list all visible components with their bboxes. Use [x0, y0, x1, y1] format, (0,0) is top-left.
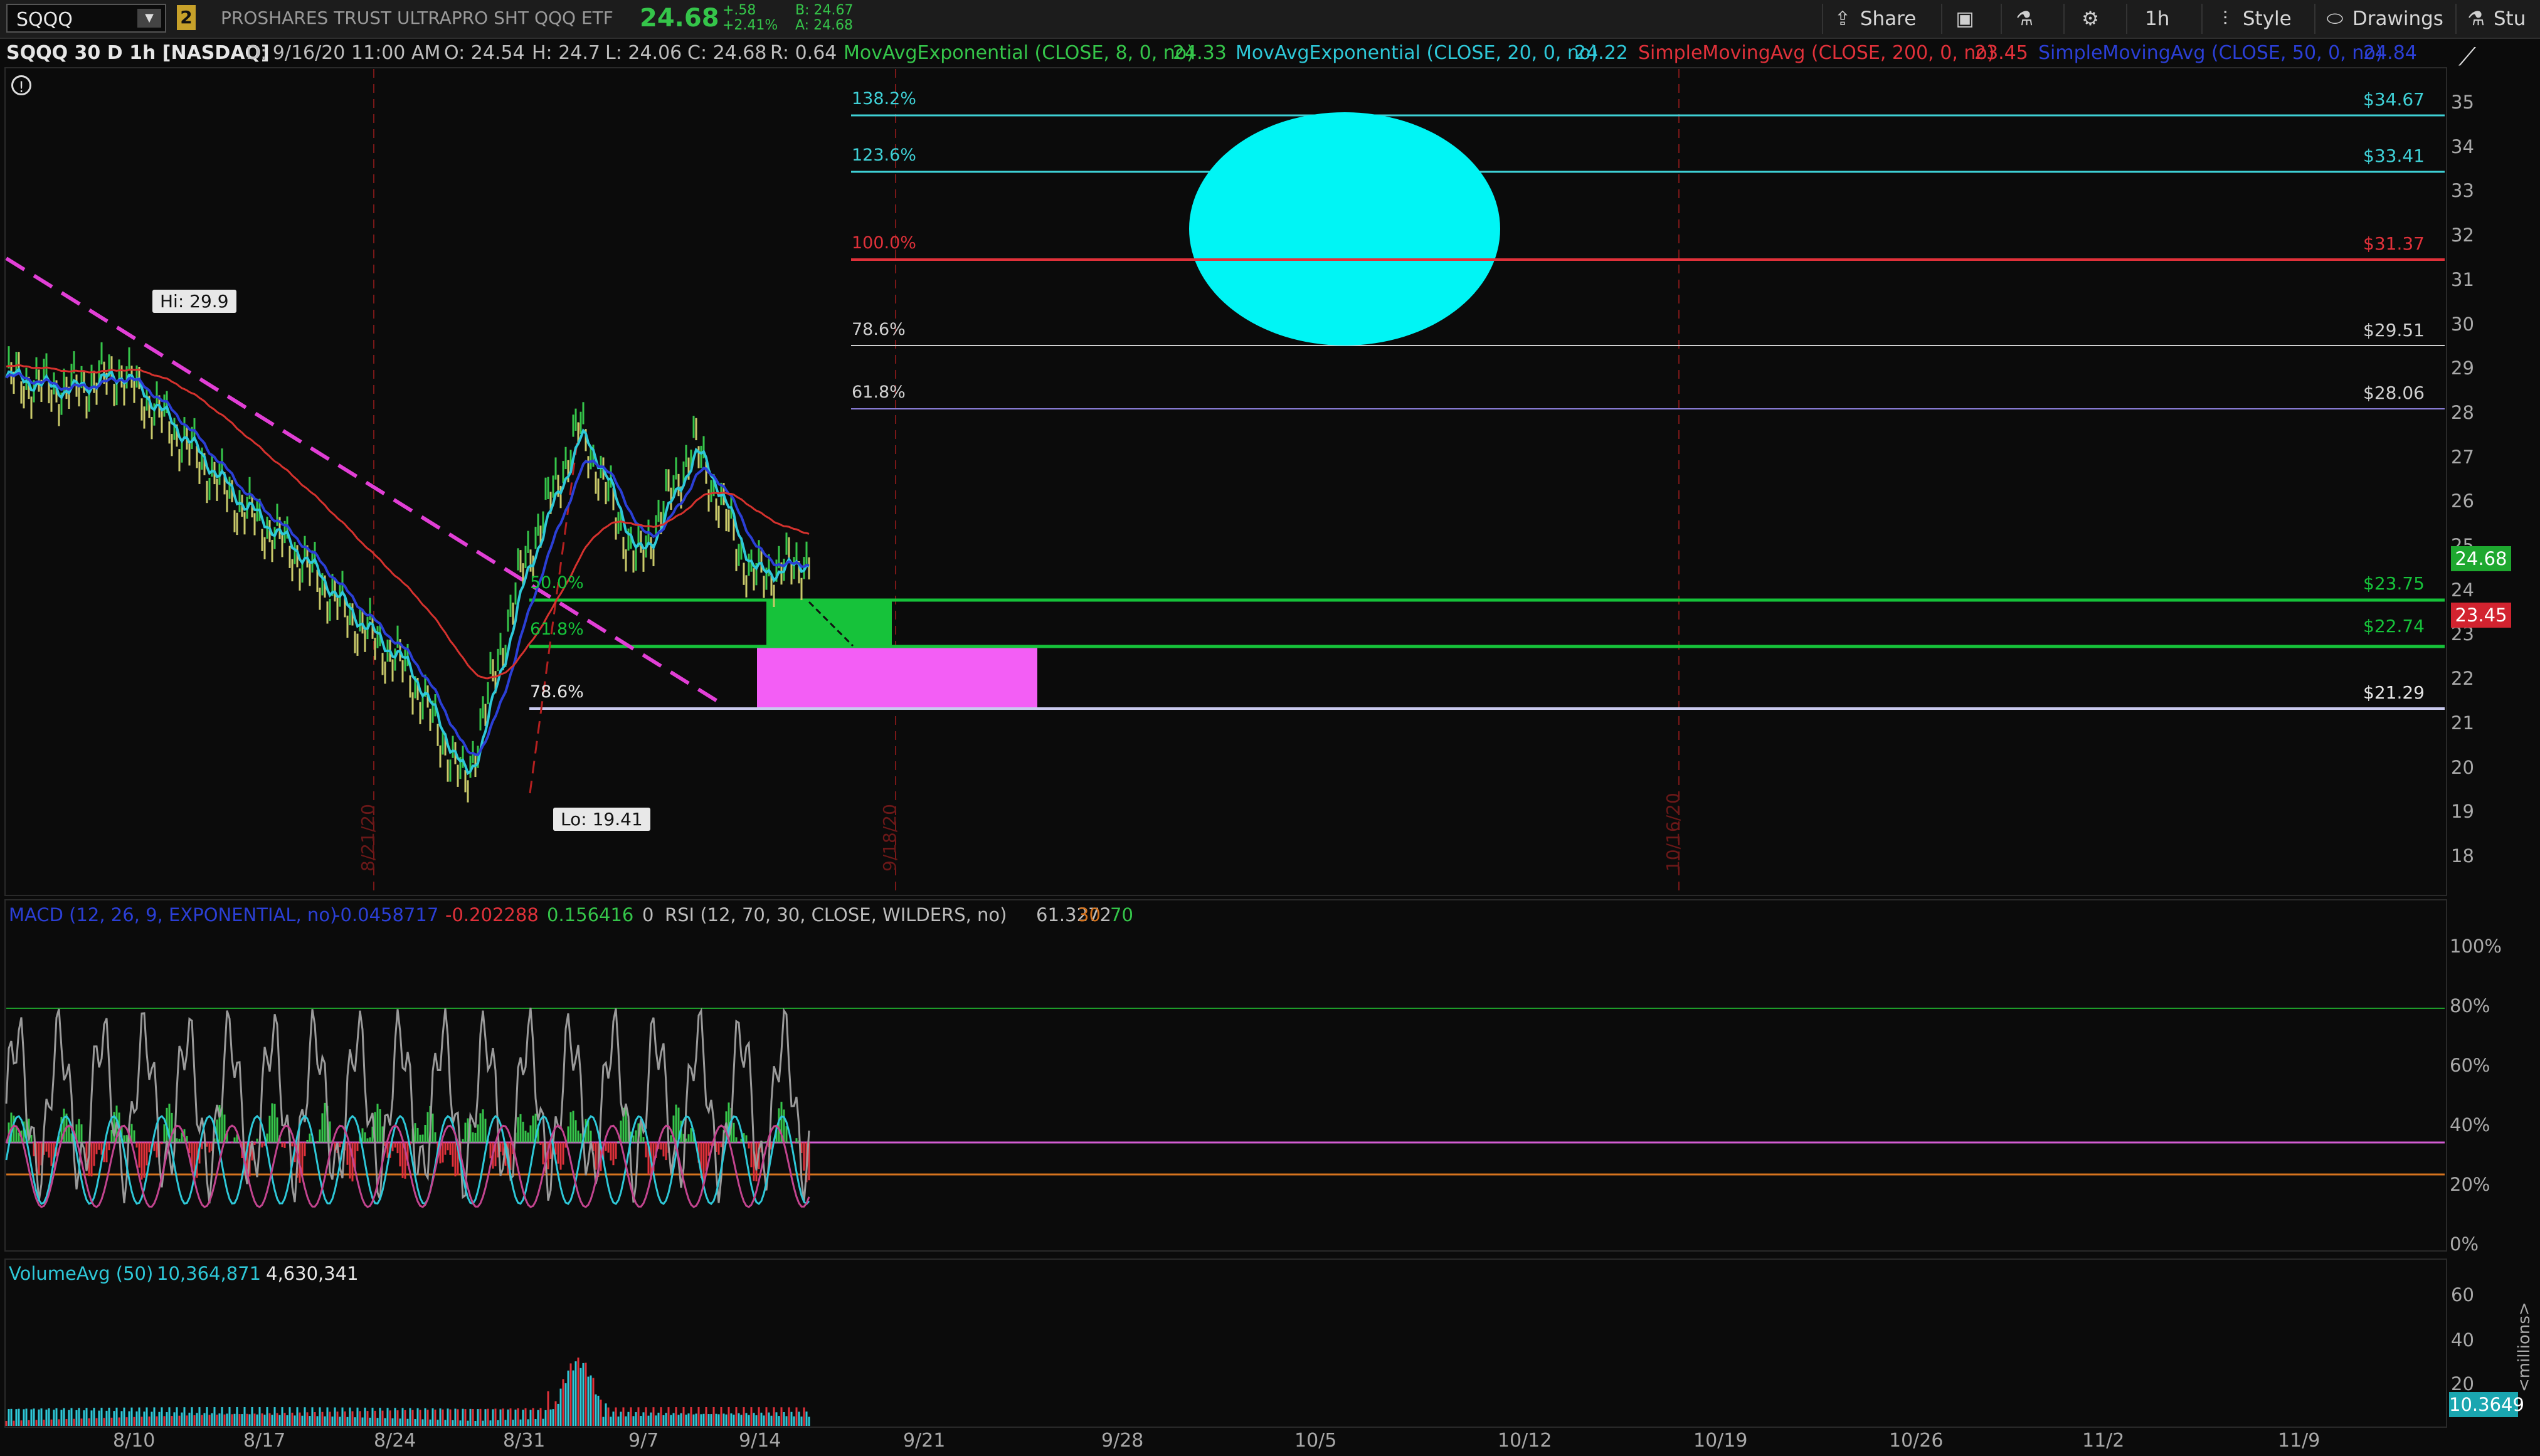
- oscillator-plot: [5, 1007, 810, 1208]
- volume-avg-value: 10,364,871: [157, 1263, 262, 1284]
- date-axis-label: 9/21: [903, 1430, 946, 1452]
- oscillator-axis-label: 20%: [2450, 1174, 2490, 1195]
- date-axis-label: 8/17: [243, 1430, 286, 1452]
- price-axis-label: 35: [2451, 92, 2474, 113]
- volume-axis-label: 40: [2451, 1329, 2474, 1351]
- fib-label-500: 50.0%: [530, 573, 584, 593]
- fib-price-618: $28.06: [2363, 382, 2425, 403]
- price-axis-label: 29: [2451, 357, 2474, 379]
- date-axis-label: 8/31: [503, 1430, 546, 1452]
- price-axis-label: 32: [2451, 224, 2474, 246]
- volume-avg-tag: 10.3649: [2449, 1392, 2524, 1417]
- ema8-line: [5, 367, 810, 776]
- fib-label-618: 61.8%: [852, 382, 906, 402]
- volume-axis-label: 20: [2451, 1373, 2474, 1395]
- price-axis-label: 31: [2451, 268, 2474, 290]
- macd-zero-value: 0: [642, 904, 654, 926]
- date-axis-label: 11/2: [2082, 1430, 2125, 1452]
- rsi-overbought-value: 70: [1110, 904, 1133, 926]
- oscillator-axis-label: 80%: [2450, 995, 2490, 1016]
- price-axis-label: 20: [2451, 756, 2474, 778]
- date-axis-label: 9/28: [1101, 1430, 1144, 1452]
- price-axis-label: 34: [2451, 135, 2474, 157]
- chart-canvas[interactable]: [0, 0, 2540, 1456]
- date-axis-label: 9/14: [739, 1430, 781, 1452]
- volume-avg-label[interactable]: VolumeAvg (50): [9, 1263, 153, 1284]
- fib-price-786: $29.51: [2363, 320, 2425, 340]
- price-axis-label: 30: [2451, 313, 2474, 335]
- fib-label-786: 78.6%: [852, 320, 906, 339]
- macd-value: -0.0458717: [334, 904, 439, 926]
- date-axis-label: 9/7: [628, 1430, 659, 1452]
- price-axis-label: 18: [2451, 845, 2474, 867]
- volume-axis-label: 60: [2451, 1284, 2474, 1306]
- date-axis-label: 8/24: [374, 1430, 416, 1452]
- macd-label[interactable]: MACD (12, 26, 9, EXPONENTIAL, no): [9, 904, 337, 926]
- oscillator-panel-border: [4, 899, 2447, 1252]
- price-axis-label: 27: [2451, 446, 2474, 468]
- price-axis-label: 26: [2451, 490, 2474, 512]
- price-axis-label: 19: [2451, 801, 2474, 823]
- fib-label-618-lower: 61.8%: [530, 620, 584, 639]
- target-ellipse[interactable]: [1189, 112, 1500, 346]
- fib-price-1382: $34.67: [2363, 89, 2425, 110]
- price-axis-label: 33: [2451, 180, 2474, 202]
- price-axis-label: 22: [2451, 668, 2474, 690]
- rsi-oversold-value: 30: [1077, 904, 1101, 926]
- green-zone[interactable]: [766, 600, 892, 646]
- date-marker-label: 8/21/20: [357, 804, 378, 872]
- oscillator-axis-label: 100%: [2450, 936, 2502, 957]
- price-candles: [5, 342, 810, 803]
- oscillator-axis-label: 0%: [2450, 1233, 2479, 1255]
- price-axis-label: 21: [2451, 712, 2474, 734]
- price-axis-label: 24: [2451, 579, 2474, 601]
- ema20-line: [5, 371, 810, 756]
- date-marker-label: 9/18/20: [879, 804, 900, 872]
- volume-current-value: 4,630,341: [266, 1263, 359, 1284]
- date-axis-label: 10/12: [1498, 1430, 1552, 1452]
- downtrend-line[interactable]: [5, 256, 722, 705]
- volume-units-label: <millions>: [2515, 1302, 2534, 1392]
- current-price-tag: 24.68: [2451, 546, 2511, 571]
- fib-price-500: $23.75: [2363, 573, 2425, 594]
- fib-label-786-lower: 78.6%: [530, 682, 584, 702]
- high-callout: Hi: 29.9: [152, 290, 236, 313]
- date-axis-label: 11/9: [2278, 1430, 2320, 1452]
- date-axis-label: 8/10: [113, 1430, 156, 1452]
- date-axis-label: 10/26: [1889, 1430, 1944, 1452]
- fib-price-618-lower: $22.74: [2363, 616, 2425, 636]
- date-axis-label: 10/19: [1693, 1430, 1748, 1452]
- info-icon[interactable]: !: [11, 75, 31, 96]
- sma200-price-tag: 23.45: [2451, 603, 2511, 628]
- rsi-label[interactable]: RSI (12, 70, 30, CLOSE, WILDERS, no): [665, 904, 1007, 926]
- date-axis-label: 10/5: [1294, 1430, 1337, 1452]
- date-marker-label: 10/16/20: [1663, 793, 1683, 872]
- volume-bars: [5, 1357, 810, 1426]
- volume-panel-border: [4, 1258, 2447, 1428]
- oscillator-axis-label: 40%: [2450, 1114, 2490, 1136]
- fib-price-1000: $31.37: [2363, 233, 2425, 254]
- magenta-zone[interactable]: [757, 646, 1037, 709]
- price-axis-label: 28: [2451, 401, 2474, 423]
- low-callout: Lo: 19.41: [553, 808, 650, 831]
- sma200-line: [6, 364, 810, 680]
- oscillator-axis-label: 60%: [2450, 1055, 2490, 1076]
- fib-price-1236: $33.41: [2363, 145, 2425, 166]
- fib-label-1382: 138.2%: [852, 89, 916, 108]
- fib-price-786-lower: $21.29: [2363, 682, 2425, 703]
- macd-diff-value: 0.156416: [547, 904, 634, 926]
- fib-label-1000: 100.0%: [852, 233, 916, 253]
- draw-tool-icon[interactable]: ⟋: [2458, 43, 2476, 71]
- macd-avg-value: -0.202288: [445, 904, 539, 926]
- fib-label-1236: 123.6%: [852, 145, 916, 165]
